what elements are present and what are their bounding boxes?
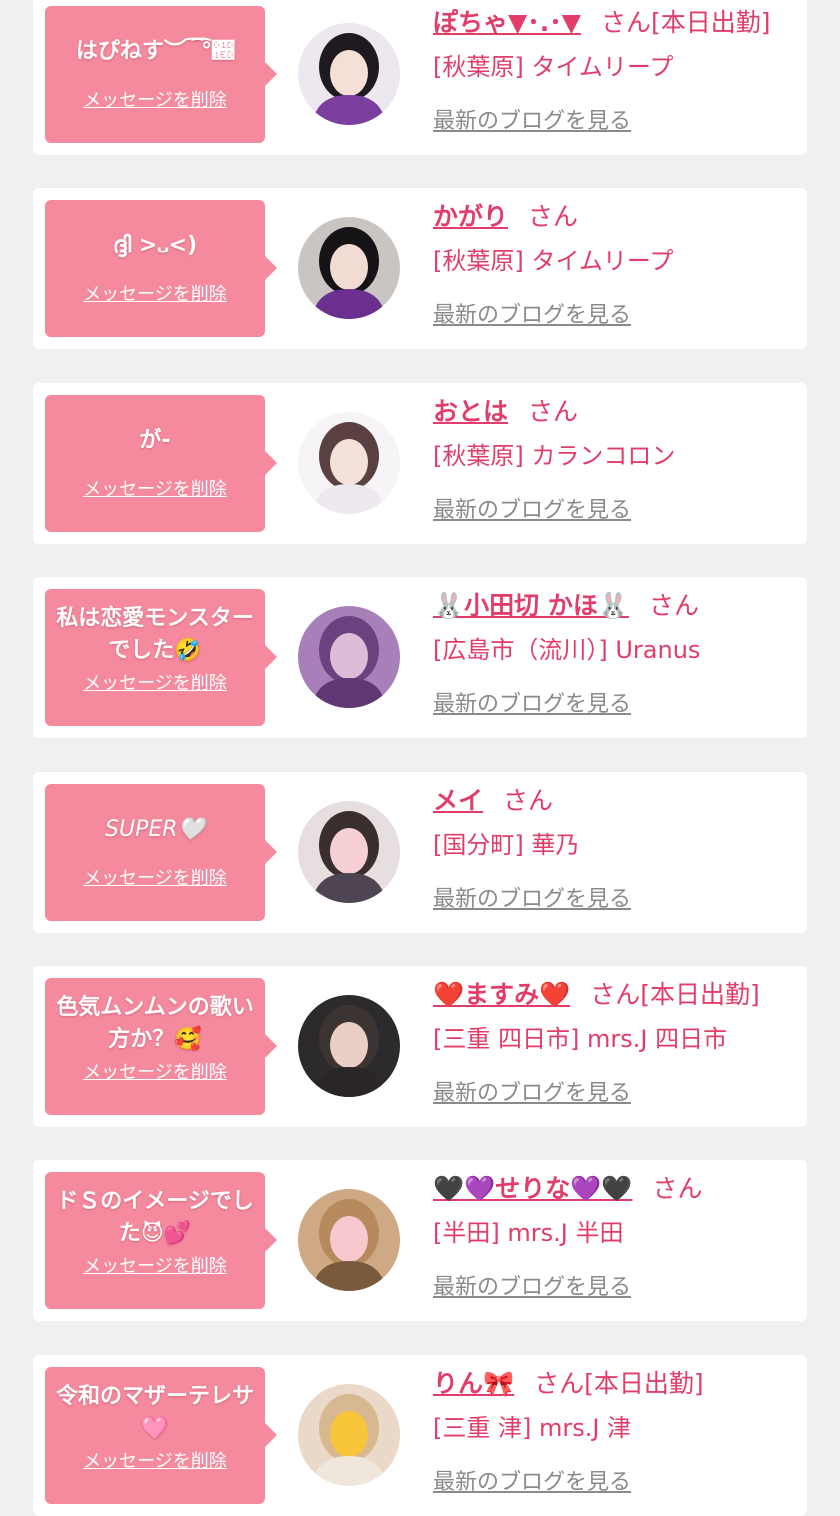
profile-name-link[interactable]: ぽちゃ▼･.･▼ <box>433 8 581 37</box>
avatar[interactable] <box>298 23 400 125</box>
message-text: 色気ムンムンの歌い方か？🥰 <box>56 995 254 1052</box>
delete-message-link[interactable]: メッセージを削除 <box>45 864 265 890</box>
avatar[interactable] <box>298 412 400 514</box>
latest-blog-link[interactable]: 最新のブログを見る <box>433 884 631 916</box>
message-bubble: ドＳのイメージでした😈💕 メッセージを削除 <box>45 1172 277 1309</box>
latest-blog-link[interactable]: 最新のブログを見る <box>433 1467 631 1499</box>
message-bubble: が- メッセージを削除 <box>45 395 277 532</box>
message-card: 私は恋愛モンスターでした🤣 メッセージを削除 🐰小田切 かほ🐰 さん [広島市（流川）]… <box>33 577 807 738</box>
profile-name-link[interactable]: かがり <box>433 202 508 231</box>
message-card: ドＳのイメージでした😈💕 メッセージを削除 🖤💜せりな💜🖤 さん [半田] mrs.J … <box>33 1160 807 1321</box>
message-card: 令和のマザーテレサ🩷 メッセージを削除 りん🎀 さん[本日出勤] [三重 津] mrs.… <box>33 1355 807 1516</box>
name-suffix: さん[本日出勤] <box>534 1369 704 1398</box>
latest-blog-link[interactable]: 最新のブログを見る <box>433 106 631 138</box>
name-line: 🖤💜せりな💜🖤 さん <box>433 1172 703 1206</box>
shop-label: [半田] mrs.J 半田 <box>433 1219 624 1247</box>
name-suffix: さん <box>652 1174 703 1203</box>
message-card: はぴねす︶ ͡ ͡°𝇭 メッセージを削除 ぽちゃ▼･.･▼ さん[本日出勤] [秋葉原]… <box>33 0 807 155</box>
profile-name-link[interactable]: 🖤💜せりな💜🖤 <box>433 1174 633 1203</box>
message-card: ദ്ദി >᎑<) メッセージを削除 かがり さん [秋葉原] タイムリープ最新のブログ… <box>33 188 807 349</box>
latest-blog-link[interactable]: 最新のブログを見る <box>433 689 631 721</box>
name-line: ぽちゃ▼･.･▼ さん[本日出勤] <box>433 6 770 40</box>
latest-blog-link[interactable]: 最新のブログを見る <box>433 300 631 332</box>
name-line: メイ さん <box>433 784 553 818</box>
shop-label: [秋葉原] タイムリープ <box>433 247 674 275</box>
delete-message-link[interactable]: メッセージを削除 <box>45 1058 265 1084</box>
name-line: 🐰小田切 かほ🐰 さん <box>433 589 699 623</box>
avatar[interactable] <box>298 1384 400 1486</box>
avatar[interactable] <box>298 1189 400 1291</box>
message-text: が- <box>139 428 171 453</box>
shop-label: [秋葉原] タイムリープ <box>433 53 674 81</box>
name-suffix: さん <box>503 786 554 815</box>
message-text: SUPER🤍 <box>105 817 205 842</box>
profile-name-link[interactable]: 🐰小田切 かほ🐰 <box>433 591 629 620</box>
shop-label: [国分町] 華乃 <box>433 831 580 859</box>
profile-name-link[interactable]: ❤️ますみ❤️ <box>433 980 570 1009</box>
shop-label: [広島市（流川）] Uranus <box>433 636 701 664</box>
delete-message-link[interactable]: メッセージを削除 <box>45 1447 265 1473</box>
shop-label: [秋葉原] カランコロン <box>433 442 676 470</box>
avatar[interactable] <box>298 995 400 1097</box>
message-text: 令和のマザーテレサ🩷 <box>55 1384 254 1441</box>
delete-message-link[interactable]: メッセージを削除 <box>45 669 265 695</box>
name-line: おとは さん <box>433 395 578 429</box>
name-line: ❤️ますみ❤️ さん[本日出勤] <box>433 978 760 1012</box>
latest-blog-link[interactable]: 最新のブログを見る <box>433 1272 631 1304</box>
shop-label: [三重 四日市] mrs.J 四日市 <box>433 1025 728 1053</box>
message-text: 私は恋愛モンスターでした🤣 <box>56 606 254 663</box>
name-line: りん🎀 さん[本日出勤] <box>433 1367 704 1401</box>
message-bubble: 令和のマザーテレサ🩷 メッセージを削除 <box>45 1367 277 1504</box>
name-line: かがり さん <box>433 200 578 234</box>
name-suffix: さん <box>528 397 579 426</box>
profile-name-link[interactable]: おとは <box>433 397 508 426</box>
message-text: ദ്ദി >᎑<) <box>112 233 198 258</box>
message-text: はぴねす︶ ͡ ͡°𝇭 <box>75 39 235 64</box>
delete-message-link[interactable]: メッセージを削除 <box>45 1252 265 1278</box>
message-bubble: 私は恋愛モンスターでした🤣 メッセージを削除 <box>45 589 277 726</box>
avatar[interactable] <box>298 801 400 903</box>
avatar[interactable] <box>298 217 400 319</box>
message-bubble: はぴねす︶ ͡ ͡°𝇭 メッセージを削除 <box>45 6 277 143</box>
name-suffix: さん[本日出勤] <box>600 8 771 37</box>
message-bubble: SUPER🤍 メッセージを削除 <box>45 784 277 921</box>
profile-name-link[interactable]: りん🎀 <box>433 1369 514 1398</box>
message-text: ドＳのイメージでした😈💕 <box>56 1189 254 1246</box>
message-bubble: ദ്ദി >᎑<) メッセージを削除 <box>45 200 277 337</box>
name-suffix: さん[本日出勤] <box>590 980 760 1009</box>
message-card: SUPER🤍 メッセージを削除 メイ さん [国分町] 華乃最新のブログを見る <box>33 772 807 933</box>
message-card: が- メッセージを削除 おとは さん [秋葉原] カランコロン最新のブログを見る <box>33 383 807 544</box>
delete-message-link[interactable]: メッセージを削除 <box>45 280 265 306</box>
delete-message-link[interactable]: メッセージを削除 <box>45 475 265 501</box>
profile-name-link[interactable]: メイ <box>433 786 483 815</box>
message-bubble: 色気ムンムンの歌い方か？🥰 メッセージを削除 <box>45 978 277 1115</box>
delete-message-link[interactable]: メッセージを削除 <box>45 86 265 112</box>
latest-blog-link[interactable]: 最新のブログを見る <box>433 495 631 527</box>
latest-blog-link[interactable]: 最新のブログを見る <box>433 1078 631 1110</box>
message-card: 色気ムンムンの歌い方か？🥰 メッセージを削除 ❤️ますみ❤️ さん[本日出勤] [三重 … <box>33 966 807 1127</box>
name-suffix: さん <box>528 202 579 231</box>
shop-label: [三重 津] mrs.J 津 <box>433 1414 632 1442</box>
avatar[interactable] <box>298 606 400 708</box>
name-suffix: さん <box>648 591 699 620</box>
